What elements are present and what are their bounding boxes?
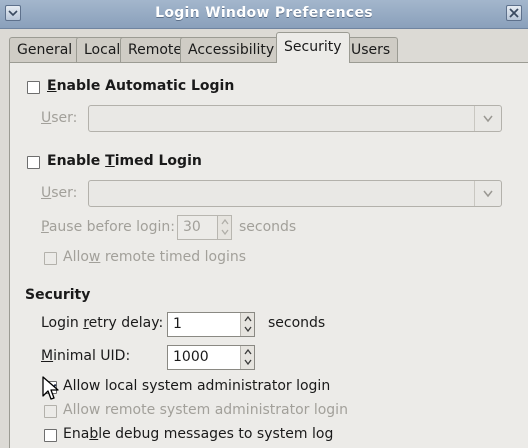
tab-users[interactable]: Users xyxy=(343,37,399,63)
chevron-down-icon xyxy=(483,190,493,198)
pause-before-login-spinner[interactable]: 30 xyxy=(177,215,232,240)
enable-automatic-login-label[interactable]: Enable Automatic Login xyxy=(47,78,234,94)
decrement-icon[interactable] xyxy=(221,229,229,235)
tab-accessibility[interactable]: Accessibility xyxy=(180,37,283,63)
timed-login-user-label: User: xyxy=(41,185,78,201)
allow-remote-admin-login-label[interactable]: Allow remote system administrator login xyxy=(63,402,348,418)
tab-security[interactable]: Security xyxy=(276,32,350,63)
enable-automatic-login-checkbox[interactable] xyxy=(27,81,40,94)
allow-remote-timed-logins-checkbox[interactable] xyxy=(44,252,57,265)
allow-local-admin-login-label[interactable]: Allow local system administrator login xyxy=(63,378,330,394)
title-bar: Login Window Preferences xyxy=(0,0,528,29)
pause-seconds-label: seconds xyxy=(239,219,297,235)
login-retry-delay-label: Login retry delay: xyxy=(41,315,164,331)
mouse-pointer-icon xyxy=(42,376,59,400)
chevron-down-icon xyxy=(483,115,493,123)
increment-icon[interactable] xyxy=(244,316,252,322)
login-retry-delay-spinner[interactable]: 1 xyxy=(167,312,255,337)
minimal-uid-value: 1000 xyxy=(173,349,209,365)
close-window-button[interactable] xyxy=(506,5,522,21)
enable-debug-messages-label[interactable]: Enable debug messages to system log xyxy=(63,426,333,442)
uid-spinner-buttons xyxy=(240,346,254,369)
decrement-icon[interactable] xyxy=(244,326,252,332)
pause-spinner-buttons xyxy=(217,216,231,239)
increment-icon[interactable] xyxy=(221,219,229,225)
pause-before-login-label: Pause before login: xyxy=(41,219,175,235)
login-retry-delay-value: 1 xyxy=(173,316,182,332)
allow-remote-admin-login-checkbox[interactable] xyxy=(44,405,57,418)
minimal-uid-spinner[interactable]: 1000 xyxy=(167,345,255,370)
window-title: Login Window Preferences xyxy=(155,5,373,21)
tab-general[interactable]: General xyxy=(9,37,81,63)
timed-login-user-combo[interactable] xyxy=(88,180,502,207)
auto-login-user-label: User: xyxy=(41,110,78,126)
decrement-icon[interactable] xyxy=(244,359,252,365)
auto-login-user-combo[interactable] xyxy=(88,105,502,132)
auto-login-user-dropdown-button[interactable] xyxy=(474,106,501,131)
minimal-uid-label: Minimal UID: xyxy=(41,348,131,364)
pause-before-login-value: 30 xyxy=(183,219,201,235)
enable-timed-login-checkbox[interactable] xyxy=(27,156,40,169)
close-icon xyxy=(509,8,519,18)
security-heading: Security xyxy=(25,287,91,303)
enable-timed-login-label[interactable]: Enable Timed Login xyxy=(47,153,202,169)
timed-login-user-dropdown-button[interactable] xyxy=(474,181,501,206)
retry-seconds-label: seconds xyxy=(268,315,326,331)
increment-icon[interactable] xyxy=(244,349,252,355)
enable-debug-messages-checkbox[interactable] xyxy=(44,429,57,442)
allow-remote-timed-logins-label[interactable]: Allow remote timed logins xyxy=(63,249,246,265)
retry-spinner-buttons xyxy=(240,313,254,336)
